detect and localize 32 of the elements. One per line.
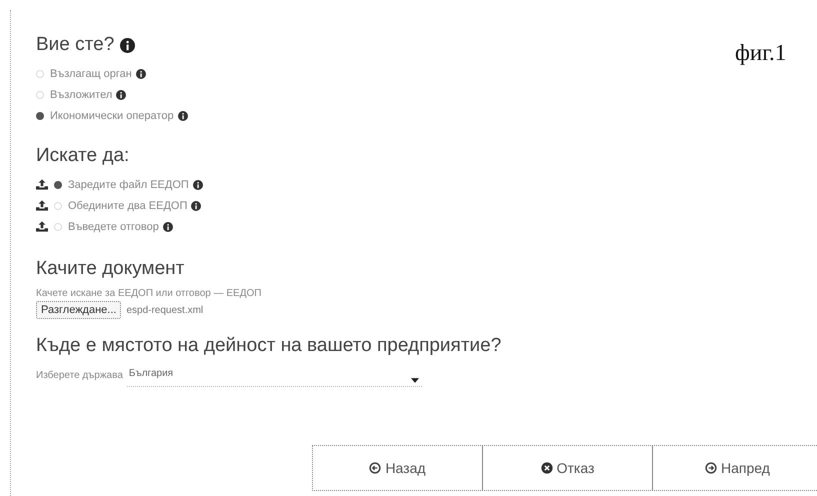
section-heading: Искате да: xyxy=(36,145,130,167)
country-label: Изберете държава xyxy=(36,370,123,380)
upload-icon xyxy=(36,200,48,211)
info-icon xyxy=(116,90,126,100)
option-label: Въведете отговор xyxy=(68,220,159,232)
left-arrow-circle-icon xyxy=(369,462,382,474)
option-label: Заредите файл ЕЕДОП xyxy=(68,178,189,190)
right-arrow-circle-icon xyxy=(705,462,718,474)
radio-button[interactable] xyxy=(54,180,62,188)
option-label: Възлагащ орган xyxy=(50,68,132,80)
info-icon xyxy=(120,38,136,52)
country-select[interactable]: България xyxy=(126,363,422,387)
section-heading: Качите документ xyxy=(36,258,184,280)
figure-label: фиг.1 xyxy=(735,40,786,66)
info-icon xyxy=(136,68,146,78)
info-icon xyxy=(178,110,188,120)
info-icon xyxy=(192,180,203,190)
section-heading: Вие сте? xyxy=(36,34,114,56)
close-icon xyxy=(540,462,553,474)
radio-button[interactable] xyxy=(36,112,44,120)
caret-icon xyxy=(410,378,419,383)
option-label: Обедините два ЕЕДОП xyxy=(68,200,188,212)
file-name: espd-request.xml xyxy=(126,304,204,316)
upload-icon xyxy=(36,179,48,190)
info-icon xyxy=(162,222,173,232)
option-label: Икономически оператор xyxy=(50,110,174,122)
info-icon xyxy=(191,200,202,210)
upload-hint: Качете искане за ЕЕДОП или отговор — ЕЕДОП xyxy=(36,288,262,299)
upload-icon xyxy=(36,221,48,232)
option-label: Възложител xyxy=(50,88,112,100)
section-heading: Къде е мястото на дейност на вашето предприятие? xyxy=(36,335,502,357)
browse-button[interactable]: Разглеждане... xyxy=(36,301,122,319)
